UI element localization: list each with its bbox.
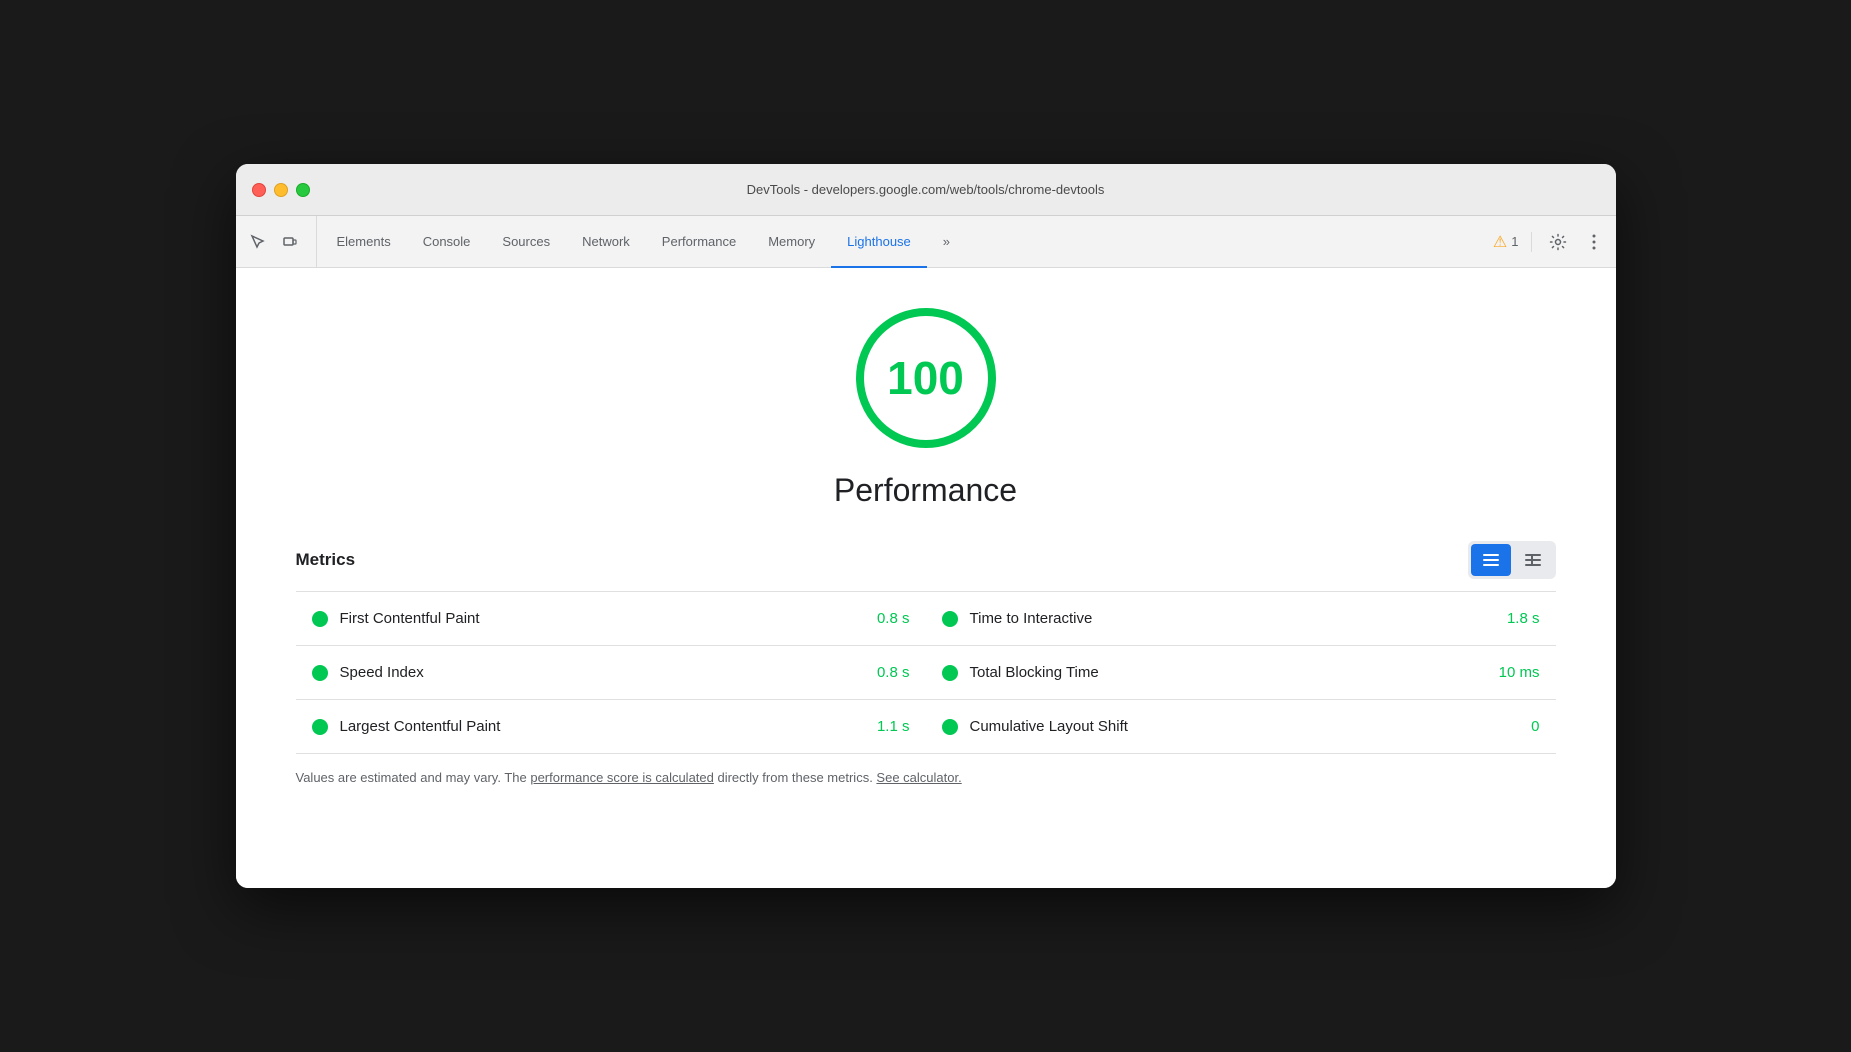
minimize-button[interactable] [274,183,288,197]
tab-memory[interactable]: Memory [752,217,831,268]
tab-elements[interactable]: Elements [321,217,407,268]
view-toggle [1468,541,1556,579]
metric-row-si: Speed Index 0.8 s [296,646,926,700]
metric-row-tti: Time to Interactive 1.8 s [926,592,1556,646]
metric-row-tbt: Total Blocking Time 10 ms [926,646,1556,700]
warning-icon: ⚠ [1493,232,1507,252]
metric-name-lcp: Largest Contentful Paint [340,718,865,735]
metric-row-cls: Cumulative Layout Shift 0 [926,700,1556,754]
metric-dot-si [312,665,328,681]
settings-button[interactable] [1544,228,1572,256]
calculator-link[interactable]: See calculator. [876,770,961,785]
window-title: DevTools - developers.google.com/web/too… [747,182,1105,197]
tabs-list: Elements Console Sources Network Perform… [321,216,1485,267]
metric-name-cls: Cumulative Layout Shift [970,718,1520,735]
performance-score-link[interactable]: performance score is calculated [530,770,714,785]
maximize-button[interactable] [296,183,310,197]
metrics-title: Metrics [296,550,356,570]
inspect-element-button[interactable] [244,228,272,256]
tab-network[interactable]: Network [566,217,646,268]
toolbar-right: ⚠ 1 [1485,216,1608,267]
score-category-label: Performance [834,472,1017,509]
list-view-button[interactable] [1471,544,1511,576]
metric-value-si: 0.8 s [877,664,910,681]
metric-row-lcp: Largest Contentful Paint 1.1 s [296,700,926,754]
metric-value-fcp: 0.8 s [877,610,910,627]
metric-name-si: Speed Index [340,664,865,681]
metric-value-tti: 1.8 s [1507,610,1540,627]
metric-name-fcp: First Contentful Paint [340,610,865,627]
tab-more[interactable]: » [927,217,966,268]
titlebar: DevTools - developers.google.com/web/too… [236,164,1616,216]
tab-sources[interactable]: Sources [486,217,566,268]
main-content: 100 Performance Metrics [236,268,1616,888]
metric-value-cls: 0 [1531,718,1539,735]
footer-note: Values are estimated and may vary. The p… [296,770,1556,785]
metric-dot-lcp [312,719,328,735]
metric-value-lcp: 1.1 s [877,718,910,735]
metrics-section: Metrics [296,541,1556,785]
score-circle: 100 [856,308,996,448]
more-options-button[interactable] [1580,228,1608,256]
warning-badge[interactable]: ⚠ 1 [1493,232,1519,252]
metric-dot-tbt [942,665,958,681]
metric-dot-fcp [312,611,328,627]
close-button[interactable] [252,183,266,197]
toolbar-divider [1531,232,1532,252]
traffic-lights [252,183,310,197]
metric-dot-cls [942,719,958,735]
metric-value-tbt: 10 ms [1499,664,1540,681]
devtools-toolbar: Elements Console Sources Network Perform… [236,216,1616,268]
metric-dot-tti [942,611,958,627]
devtools-window: DevTools - developers.google.com/web/too… [236,164,1616,888]
tab-performance[interactable]: Performance [646,217,752,268]
metrics-grid: First Contentful Paint 0.8 s Time to Int… [296,592,1556,754]
toolbar-icons [244,216,317,267]
metrics-header: Metrics [296,541,1556,579]
score-circle-container: 100 [856,308,996,448]
tab-console[interactable]: Console [407,217,487,268]
metric-row-fcp: First Contentful Paint 0.8 s [296,592,926,646]
device-toggle-button[interactable] [276,228,304,256]
metric-name-tti: Time to Interactive [970,610,1495,627]
score-number: 100 [887,351,964,405]
tab-lighthouse[interactable]: Lighthouse [831,217,927,268]
metric-name-tbt: Total Blocking Time [970,664,1487,681]
grid-view-button[interactable] [1513,544,1553,576]
